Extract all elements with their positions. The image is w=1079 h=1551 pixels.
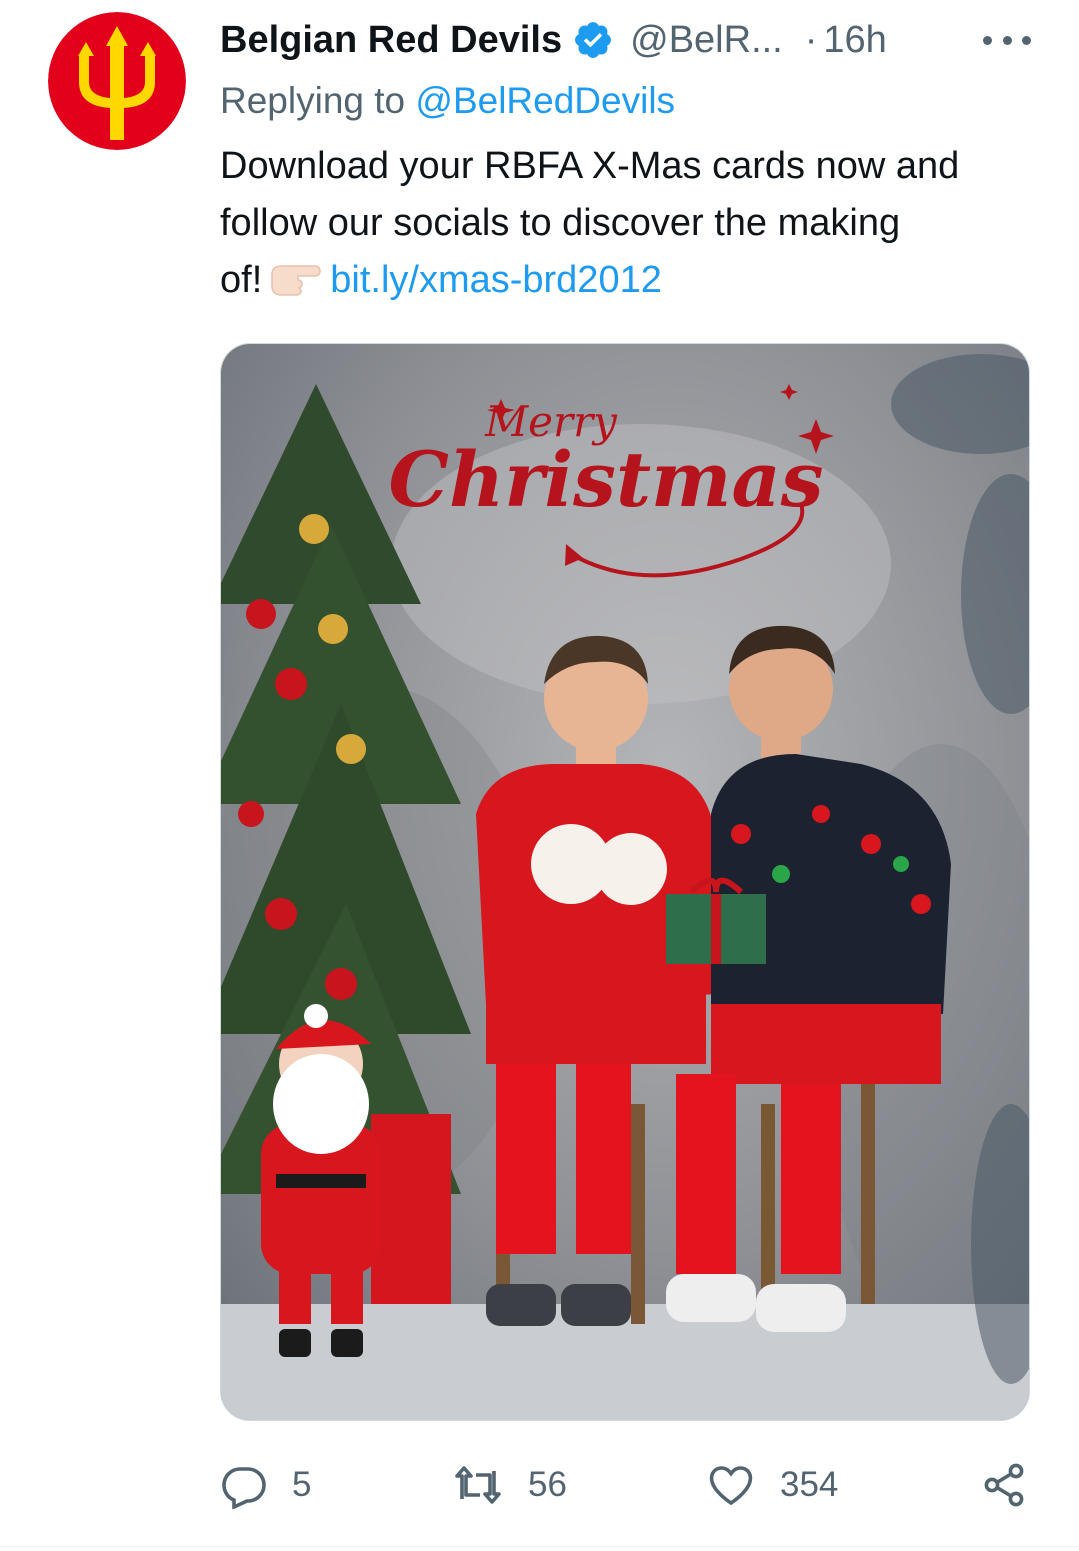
tweet-actions: 5 56 354 — [220, 1450, 1032, 1520]
like-button[interactable]: 354 — [706, 1450, 838, 1520]
tweet-header: Belgian Red Devils @BelR... · 16h — [220, 14, 1031, 66]
tweet-time[interactable]: 16h — [823, 19, 886, 62]
retweet-icon — [455, 1466, 501, 1504]
pointing-finger-icon — [271, 265, 322, 296]
verified-badge-icon — [575, 22, 612, 58]
author-name[interactable]: Belgian Red Devils — [220, 19, 562, 62]
divider — [0, 1546, 1079, 1547]
tweet-text-line3-text: of! — [220, 259, 263, 301]
overlay-christmas-text: Christmas — [389, 435, 824, 524]
christmas-photo: Merry Christmas — [221, 344, 1029, 1420]
tweet-text-line1: Download your RBFA X-Mas cards now and — [220, 145, 960, 187]
retweet-button[interactable]: 56 — [452, 1450, 567, 1520]
reply-count: 5 — [292, 1465, 312, 1504]
heart-icon — [709, 1466, 753, 1506]
more-dots-icon[interactable] — [983, 18, 1031, 62]
share-icon — [984, 1463, 1024, 1507]
share-button[interactable] — [980, 1450, 1028, 1520]
author-handle[interactable]: @BelR... — [630, 19, 783, 62]
tweet-text-line2: follow our socials to discover the makin… — [220, 202, 901, 244]
reply-button[interactable]: 5 — [220, 1450, 311, 1520]
tweet-text-line3: of! bit.ly/xmas-brd2012 — [220, 252, 1040, 309]
reply-icon — [222, 1467, 266, 1509]
replying-handle-link[interactable]: @BelRedDevils — [415, 80, 675, 121]
tweet-link[interactable]: bit.ly/xmas-brd2012 — [330, 259, 662, 301]
replying-prefix: Replying to — [220, 80, 406, 121]
replying-to: Replying to @BelRedDevils — [220, 80, 675, 122]
tweet-text: Download your RBFA X-Mas cards now and f… — [220, 138, 1040, 309]
avatar[interactable] — [48, 12, 186, 150]
separator-dot: · — [804, 18, 818, 61]
retweet-count: 56 — [528, 1465, 567, 1504]
like-count: 354 — [780, 1465, 839, 1504]
tweet-media-image[interactable]: Merry Christmas — [220, 343, 1030, 1421]
trident-logo — [48, 12, 186, 150]
